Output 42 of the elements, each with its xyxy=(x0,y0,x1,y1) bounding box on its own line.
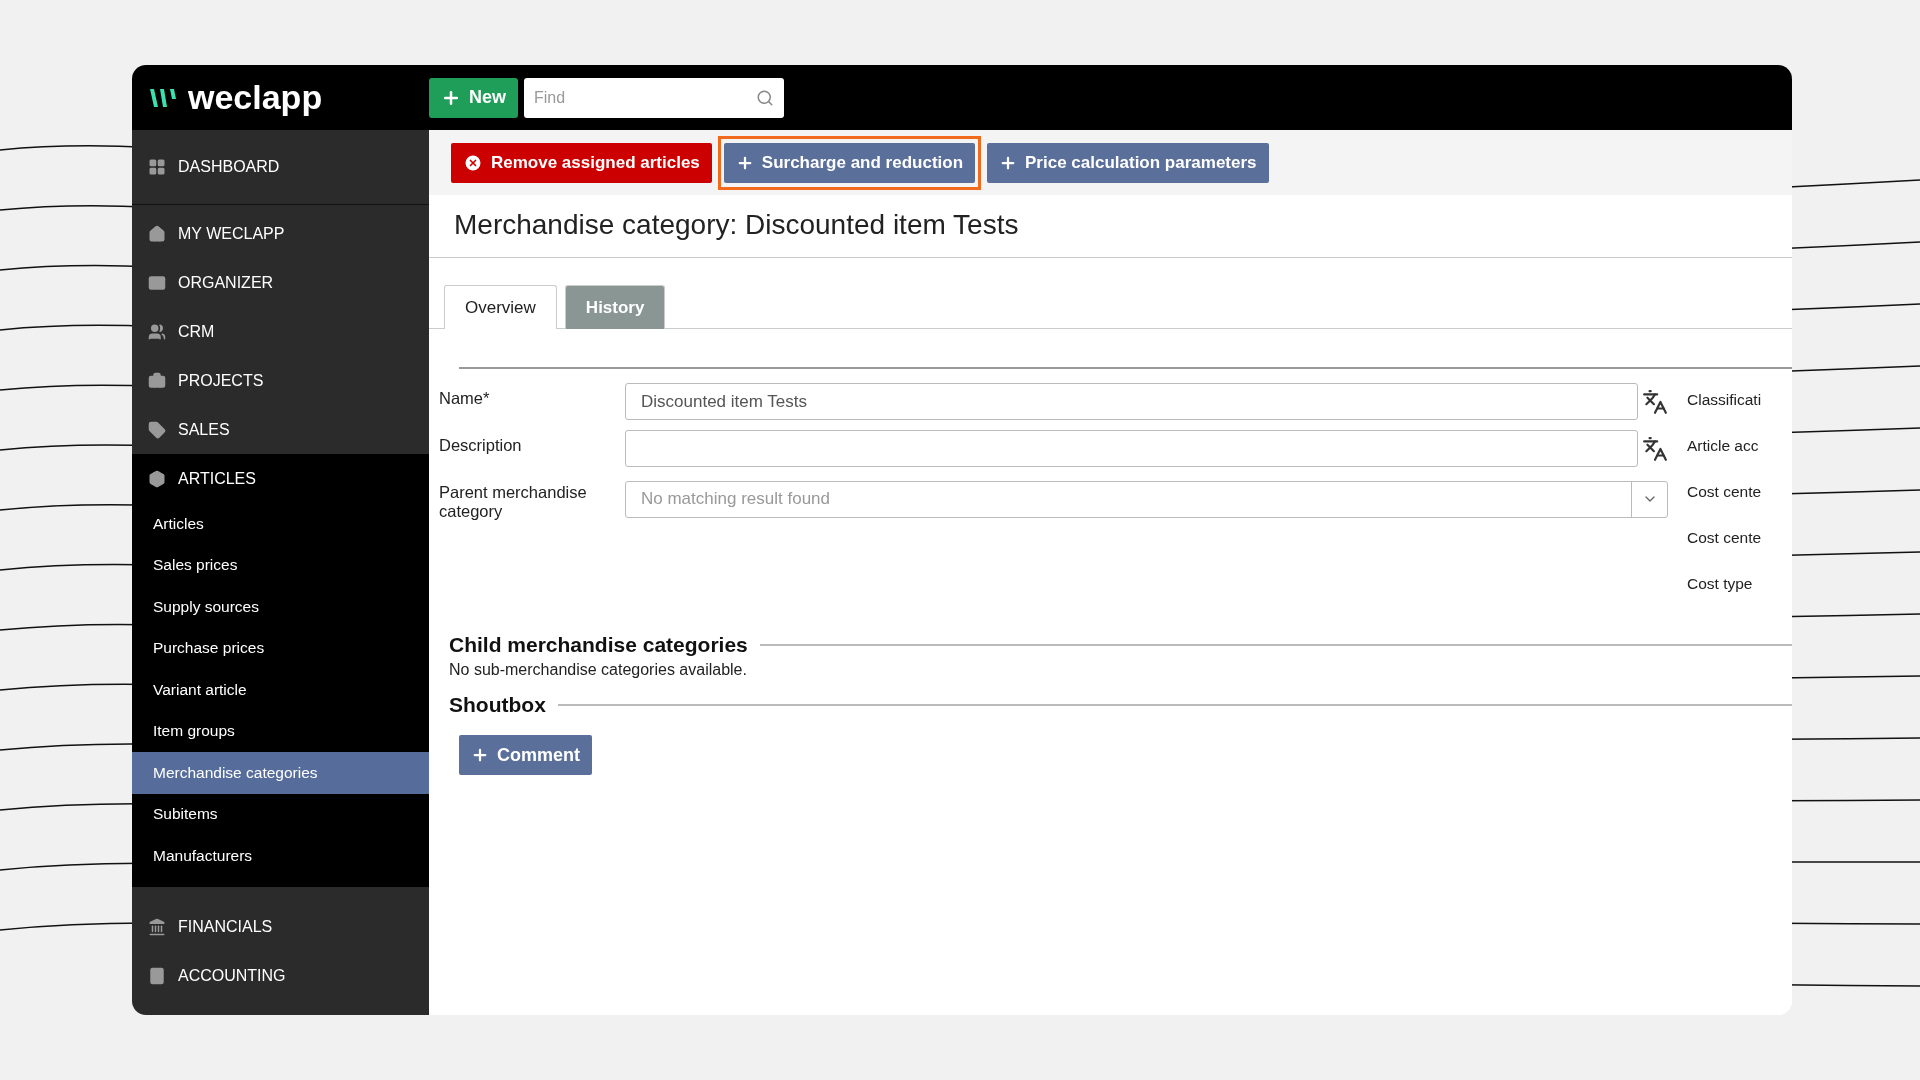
page-title: Merchandise category: Discounted item Tests xyxy=(429,195,1792,258)
sidebar-subitem[interactable]: Supply sources xyxy=(132,586,429,628)
section-heading: Shoutbox xyxy=(449,693,546,717)
logo-text: weclapp xyxy=(188,78,323,117)
plus-icon xyxy=(471,746,489,764)
field-label: Description xyxy=(439,435,523,455)
remove-icon xyxy=(463,152,483,173)
sidebar-subitem[interactable]: Variant article xyxy=(132,669,429,711)
sidebar-subitem[interactable]: Manufacturers xyxy=(132,835,429,877)
sidebar-item[interactable]: SALES xyxy=(132,405,429,454)
sidebar-subitem[interactable]: Purchase prices xyxy=(132,627,429,669)
field-label: Article acc xyxy=(1687,437,1760,455)
translate-icon[interactable] xyxy=(1642,388,1668,415)
sidebar-subitem[interactable]: Subitems xyxy=(132,793,429,835)
section-heading: Child merchandise categories xyxy=(449,633,748,657)
empty-text: No sub-merchandise categories available. xyxy=(449,661,748,679)
search-icon xyxy=(756,88,774,107)
field-label: Classificati xyxy=(1687,391,1763,409)
field-label: Cost type xyxy=(1687,575,1754,593)
text-field[interactable]: Discounted item Tests xyxy=(625,383,1638,420)
field-label: Parent merchandise category xyxy=(439,482,588,521)
sidebar-item[interactable]: ORGANIZER xyxy=(132,258,429,307)
sidebar-item[interactable]: PROJECTS xyxy=(132,356,429,405)
sidebar-item[interactable]: FINANCIALS xyxy=(132,902,429,952)
toolbar-button[interactable]: Price calculation parameters xyxy=(987,142,1269,183)
tab[interactable]: Overview xyxy=(444,285,557,329)
text-field[interactable] xyxy=(625,430,1638,467)
sidebar-subitem[interactable]: Merchandise categories xyxy=(132,752,429,794)
sidebar-item[interactable]: ACCOUNTING xyxy=(132,951,429,1001)
comment-button[interactable]: Comment xyxy=(459,735,592,775)
sidebar-subitem[interactable]: Sales prices xyxy=(132,544,429,586)
toolbar-button[interactable]: Remove assigned articles xyxy=(451,142,712,183)
sidebar-subitem[interactable]: Articles xyxy=(132,503,429,545)
field-label: Cost cente xyxy=(1687,529,1763,547)
sidebar-item[interactable]: MY WECLAPP xyxy=(132,209,429,258)
sidebar-item[interactable]: CRM xyxy=(132,307,429,356)
sidebar-subitem[interactable]: Item groups xyxy=(132,710,429,752)
translate-icon[interactable] xyxy=(1642,435,1668,462)
search-field[interactable]: Find xyxy=(524,77,784,118)
field-label: Cost cente xyxy=(1687,483,1763,501)
toolbar-button[interactable]: Surcharge and reduction xyxy=(723,142,976,183)
field-label: Name* xyxy=(439,388,491,408)
